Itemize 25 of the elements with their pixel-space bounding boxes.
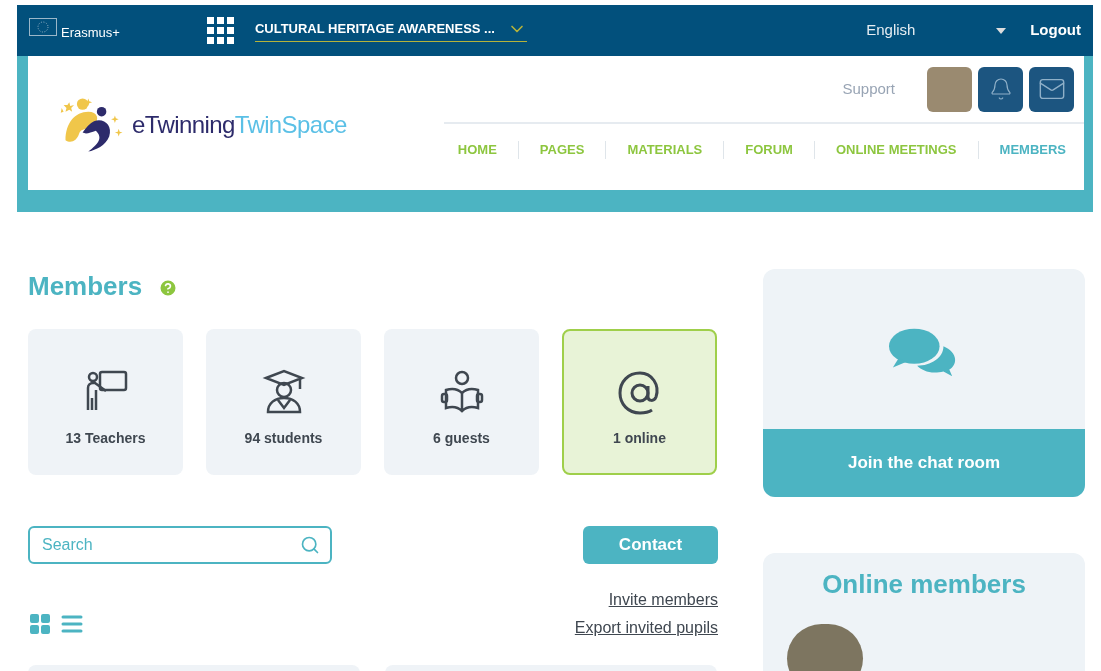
search-icon[interactable]	[300, 535, 320, 555]
apps-grid-icon[interactable]	[206, 16, 235, 45]
search-field[interactable]: Search	[28, 526, 332, 564]
bell-icon	[988, 77, 1013, 101]
logo-wordmark: eTwinning	[132, 110, 235, 140]
notifications-button[interactable]	[978, 66, 1023, 112]
logout-link[interactable]: Logout	[1030, 19, 1081, 42]
member-stat-card[interactable]: 1 online	[562, 329, 717, 475]
project-selector[interactable]: CULTURAL HERITAGE AWARENESS ...	[254, 19, 527, 42]
member-stat-card[interactable]: 13 Teachers	[28, 329, 183, 475]
member-stat-card[interactable]: 6 guests	[384, 329, 539, 475]
page-title: Members	[28, 269, 143, 303]
messages-button[interactable]	[1029, 66, 1074, 112]
program-name: Erasmus+	[61, 23, 120, 42]
dropdown-arrow-icon	[996, 27, 1007, 34]
member-stat-card[interactable]: 94 students	[206, 329, 361, 475]
logo-wordmark-suffix: TwinSpace	[234, 110, 347, 140]
avatar-placeholder[interactable]	[927, 66, 972, 112]
action-link[interactable]: Export invited pupils	[574, 616, 718, 640]
help-icon[interactable]	[158, 278, 179, 298]
language-selector[interactable]: English	[866, 19, 1007, 42]
grid-view-icon[interactable]	[28, 612, 52, 636]
online-members-title: Online members	[821, 568, 1027, 601]
eu-flag-icon	[29, 17, 57, 36]
action-link[interactable]: Invite members	[608, 588, 718, 612]
